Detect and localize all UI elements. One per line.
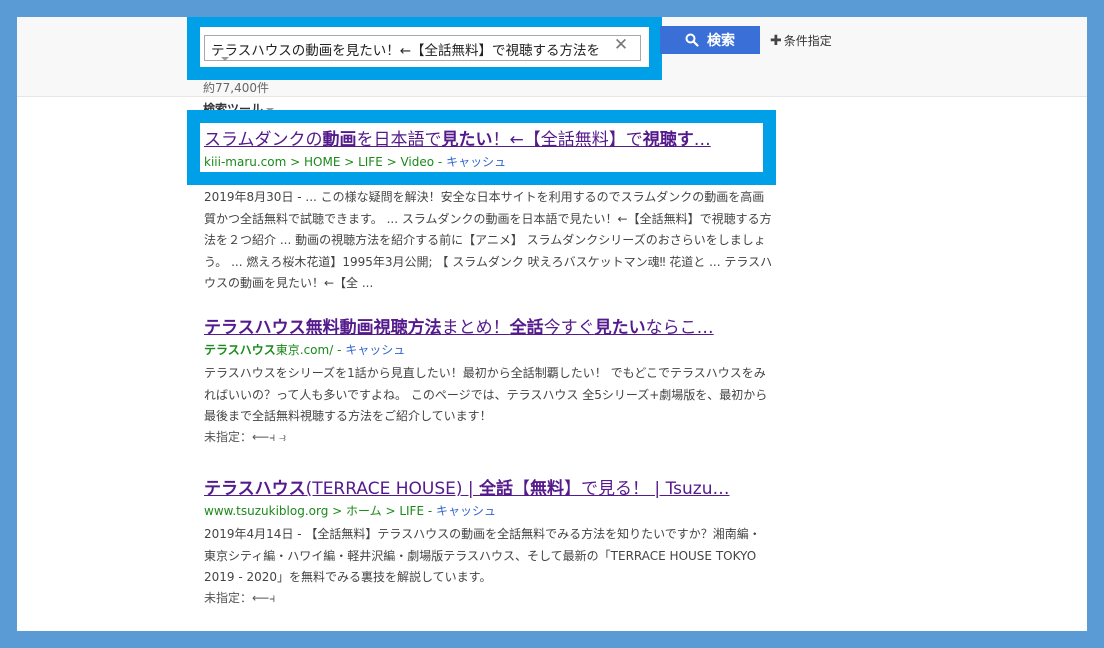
cache-link[interactable]: キャッシュ xyxy=(436,504,496,518)
search-icon xyxy=(685,33,699,47)
result-snippet: 2019年4月14日 - 【全話無料】テラスハウスの動画を全話無料でみる方法を知… xyxy=(204,527,761,584)
result-count: 約77,400件 xyxy=(203,81,269,95)
result-title-link[interactable]: テラスハウス(TERRACE HOUSE) | 全話【無料】で見る！ | Tsu… xyxy=(204,478,774,500)
result-title-link[interactable]: スラムダンクの動画を日本語で見たい！←【全話無料】で視聴す… xyxy=(204,129,774,151)
unspecified-terms: 未指定：⟵⫞ xyxy=(204,590,276,605)
search-result: スラムダンクの動画を日本語で見たい！←【全話無料】で視聴す… kiii-maru… xyxy=(204,129,774,171)
result-snippet-container: 2019年8月30日 - ... この様な疑問を解決！安全な日本サイトを利用する… xyxy=(204,183,774,295)
search-box-highlight: テラスハウスの動画を見たい！←【全話無料】で視聴する方法を ✕ xyxy=(187,17,662,80)
search-input[interactable]: テラスハウスの動画を見たい！←【全話無料】で視聴する方法を xyxy=(204,35,641,61)
cache-link[interactable]: キャッシュ xyxy=(446,155,506,169)
result-snippet: テラスハウスをシリーズを1話から見直したい！最初から全話制覇したい！ でもどこで… xyxy=(204,366,768,423)
browser-frame: テラスハウスの動画を見たい！←【全話無料】で視聴する方法を ✕ 検索 ✚ 条件指… xyxy=(17,17,1087,631)
search-result: テラスハウス無料動画視聴方法まとめ！全話今すぐ見たいならこ… テラスハウス東京.… xyxy=(204,317,774,446)
result-url: www.tsuzukiblog.org > ホーム > LIFE - キャッシュ xyxy=(204,504,497,518)
advanced-search-link[interactable]: ✚ 条件指定 xyxy=(770,32,832,49)
clear-icon[interactable]: ✕ xyxy=(612,36,630,54)
result-title-link[interactable]: テラスハウス無料動画視聴方法まとめ！全話今すぐ見たいならこ… xyxy=(204,317,774,339)
result-url: kiii-maru.com > HOME > LIFE > Video - キャ… xyxy=(204,155,507,169)
result-snippet: 2019年8月30日 - ... この様な疑問を解決！安全な日本サイトを利用する… xyxy=(204,190,773,290)
plus-icon: ✚ xyxy=(770,32,782,49)
advanced-label: 条件指定 xyxy=(783,34,832,48)
search-button-label: 検索 xyxy=(707,33,735,49)
search-result: テラスハウス(TERRACE HOUSE) | 全話【無料】で見る！ | Tsu… xyxy=(204,478,774,607)
unspecified-terms: 未指定：⟵⫞ ⥽ xyxy=(204,429,286,444)
chevron-down-icon[interactable] xyxy=(221,57,229,61)
result-url: テラスハウス東京.com/ - キャッシュ xyxy=(204,343,406,357)
cache-link[interactable]: キャッシュ xyxy=(345,343,405,357)
search-button[interactable]: 検索 xyxy=(660,26,760,54)
